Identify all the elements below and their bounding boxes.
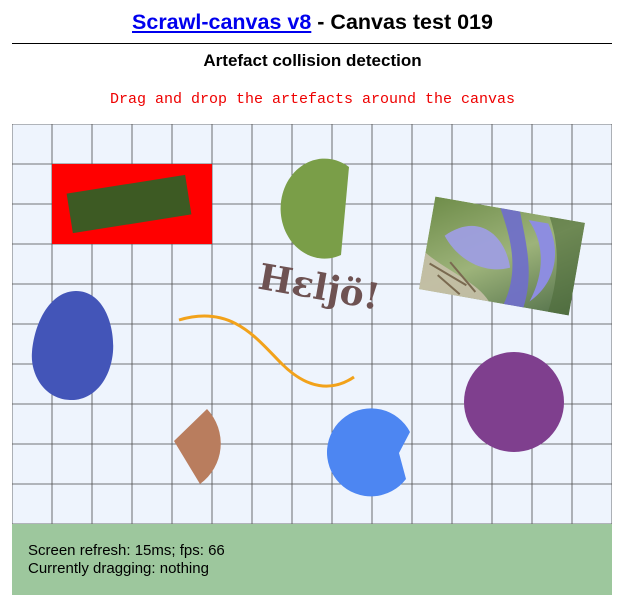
canvas-svg[interactable]: Hɛljö! (12, 124, 612, 524)
title-divider (12, 43, 612, 44)
orange-wave-line[interactable] (178, 314, 355, 388)
iris-image[interactable] (418, 196, 586, 316)
page-title-suffix: - Canvas test 019 (311, 10, 493, 34)
blue-pacman-artefact[interactable] (326, 408, 410, 497)
heljo-text-artefact[interactable]: Hɛljö! (255, 256, 383, 319)
purple-circle-artefact[interactable] (464, 352, 564, 452)
brown-wedge-artefact[interactable] (174, 409, 221, 484)
demo-canvas[interactable]: Hɛljö! (12, 124, 612, 524)
blue-blob-artefact[interactable] (31, 291, 114, 401)
refresh-rate-text: Screen refresh: 15ms; fps: 66 (28, 542, 225, 559)
status-report: Screen refresh: 15ms; fps: 66 Currently … (12, 524, 612, 595)
dragging-status-text: Currently dragging: nothing (28, 560, 209, 577)
scrawl-canvas-link[interactable]: Scrawl-canvas v8 (132, 10, 311, 34)
page: Scrawl-canvas v8 - Canvas test 019 Artef… (0, 0, 625, 606)
drag-instruction: Drag and drop the artefacts around the c… (109, 91, 516, 108)
page-title: Scrawl-canvas v8 - Canvas test 019 (0, 10, 625, 35)
page-subtitle: Artefact collision detection (203, 51, 422, 70)
